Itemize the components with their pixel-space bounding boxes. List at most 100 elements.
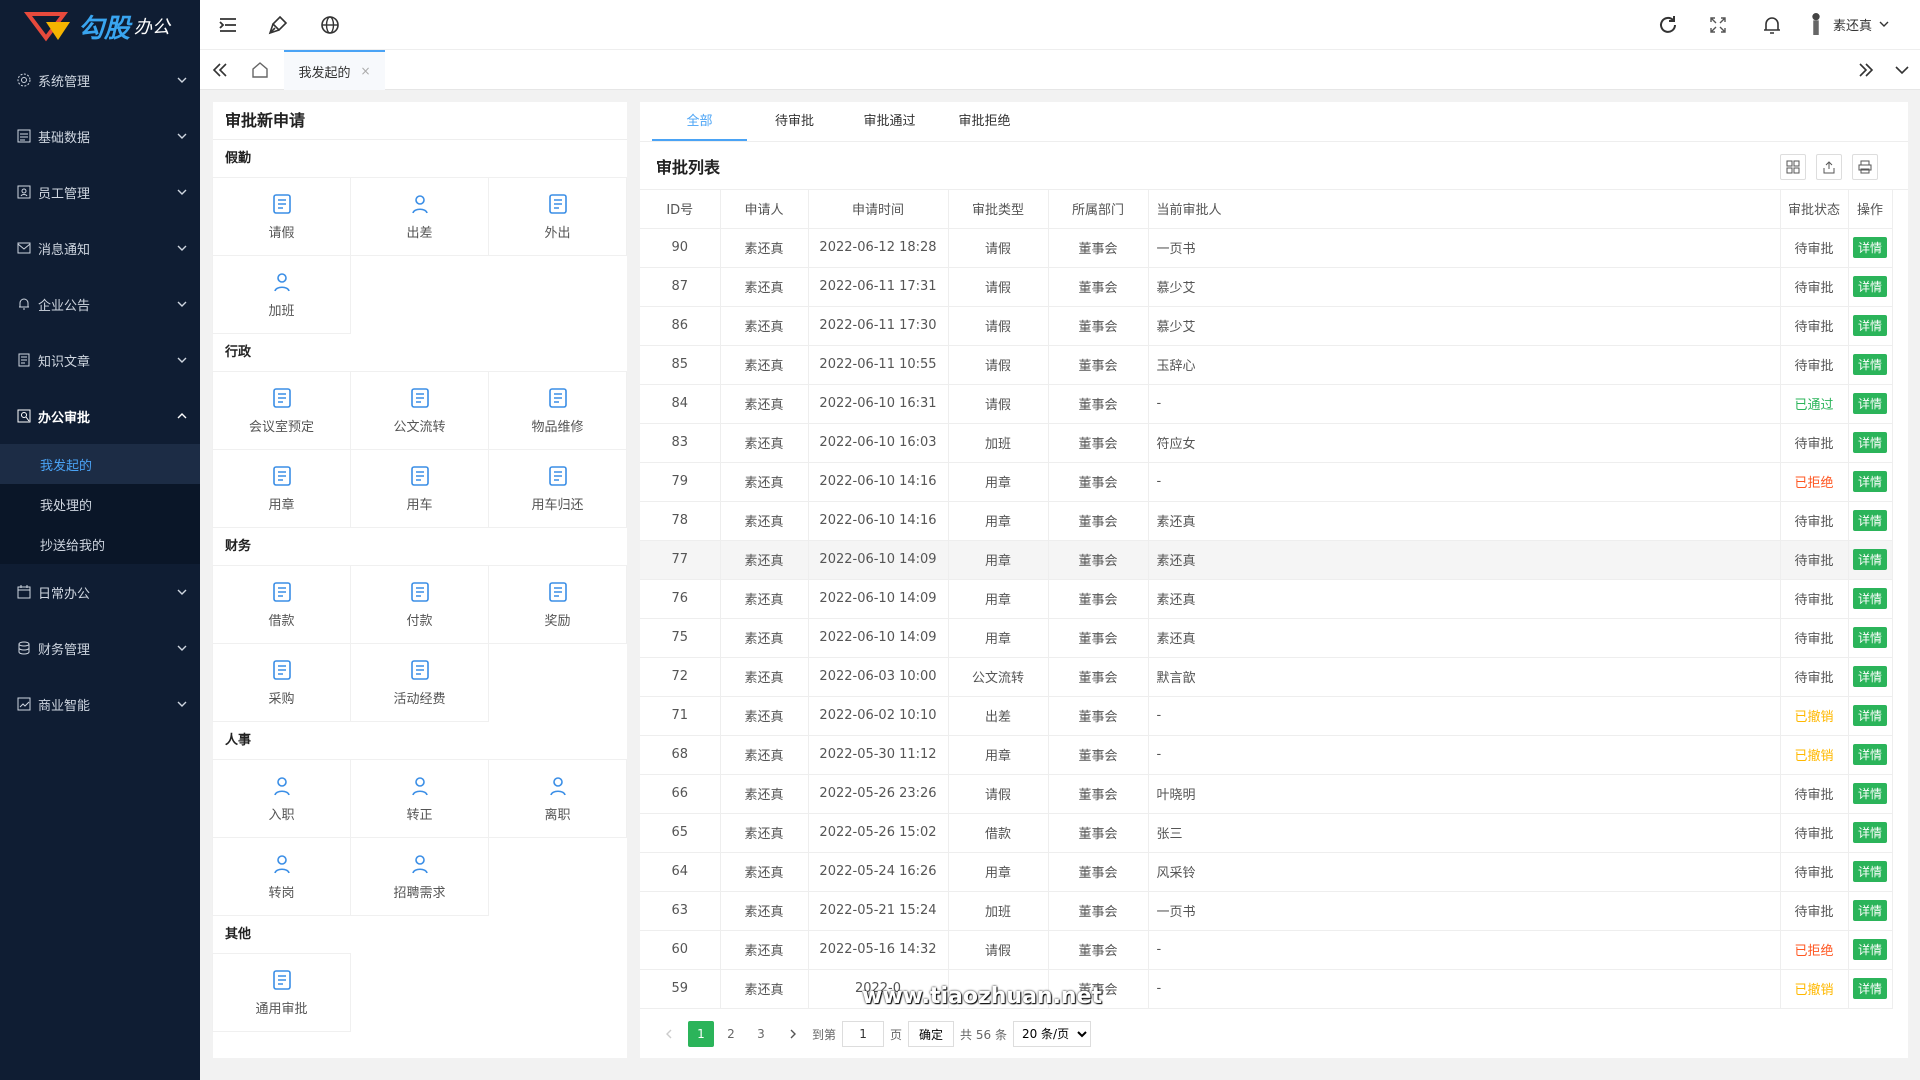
- detail-button[interactable]: 详情: [1852, 315, 1887, 336]
- apply-3-0-button[interactable]: 入职: [212, 759, 351, 838]
- detail-button[interactable]: 详情: [1852, 705, 1887, 726]
- apply-4-0-button[interactable]: 通用审批: [212, 953, 351, 1032]
- detail-button[interactable]: 详情: [1852, 393, 1887, 414]
- detail-button[interactable]: 详情: [1852, 783, 1887, 804]
- sidebar-item-3[interactable]: 消息通知: [0, 220, 200, 276]
- page-2-button[interactable]: 3: [748, 1021, 774, 1047]
- detail-button[interactable]: 详情: [1852, 627, 1887, 648]
- table-row[interactable]: 85 素还真 2022-06-11 10:55 请假 董事会 玉辞心 待审批 详情: [640, 345, 1893, 385]
- apply-1-5-button[interactable]: 用车归还: [488, 449, 627, 528]
- user-menu[interactable]: 素还真: [1805, 10, 1890, 38]
- sidebar-item-0[interactable]: 系统管理: [0, 52, 200, 108]
- page-0-button[interactable]: 1: [688, 1021, 714, 1047]
- tab-my-initiated[interactable]: 我发起的 ×: [284, 50, 385, 90]
- detail-button[interactable]: 详情: [1852, 588, 1887, 609]
- table-row[interactable]: 75 素还真 2022-06-10 14:09 用章 董事会 素还真 待审批 详情: [640, 618, 1893, 658]
- table-row[interactable]: 77 素还真 2022-06-10 14:09 用章 董事会 素还真 待审批 详情: [640, 540, 1893, 580]
- logo[interactable]: 勾股 办公: [0, 0, 200, 52]
- detail-button[interactable]: 详情: [1852, 432, 1887, 453]
- fullscreen-icon[interactable]: [1706, 13, 1730, 37]
- apply-0-3-button[interactable]: 加班: [212, 255, 351, 334]
- apply-1-1-button[interactable]: 公文流转: [350, 371, 489, 450]
- export-button[interactable]: [1816, 154, 1842, 180]
- table-row[interactable]: 76 素还真 2022-06-10 14:09 用章 董事会 素还真 待审批 详情: [640, 579, 1893, 619]
- home-icon[interactable]: [248, 58, 272, 82]
- prev-page-button[interactable]: [656, 1021, 682, 1047]
- apply-1-4-button[interactable]: 用车: [350, 449, 489, 528]
- status-tab-2[interactable]: 审批通过: [842, 102, 937, 141]
- table-row[interactable]: 84 素还真 2022-06-10 16:31 请假 董事会 - 已通过 详情: [640, 384, 1893, 424]
- sidebar-item-1[interactable]: 基础数据: [0, 108, 200, 164]
- per-page-select[interactable]: 20 条/页: [1012, 1021, 1091, 1047]
- table-row[interactable]: 60 素还真 2022-05-16 14:32 请假 董事会 - 已拒绝 详情: [640, 930, 1893, 970]
- apply-0-2-button[interactable]: 外出: [488, 177, 627, 256]
- globe-icon[interactable]: [318, 13, 342, 37]
- tabs-dropdown-icon[interactable]: [1890, 58, 1914, 82]
- sidebar-item-4[interactable]: 企业公告: [0, 276, 200, 332]
- close-icon[interactable]: ×: [360, 64, 370, 78]
- bell-icon[interactable]: [1760, 13, 1784, 37]
- sidebar-item-2[interactable]: 员工管理: [0, 164, 200, 220]
- apply-2-0-button[interactable]: 借款: [212, 565, 351, 644]
- apply-0-0-button[interactable]: 请假: [212, 177, 351, 256]
- brush-icon[interactable]: [266, 13, 290, 37]
- status-tab-1[interactable]: 待审批: [747, 102, 842, 141]
- columns-filter-button[interactable]: [1780, 154, 1806, 180]
- table-row[interactable]: 90 素还真 2022-06-12 18:28 请假 董事会 一页书 待审批 详情: [640, 228, 1893, 268]
- detail-button[interactable]: 详情: [1852, 237, 1887, 258]
- detail-button[interactable]: 详情: [1852, 978, 1887, 999]
- tabs-scroll-left-icon[interactable]: [208, 58, 232, 82]
- page-1-button[interactable]: 2: [718, 1021, 744, 1047]
- detail-button[interactable]: 详情: [1852, 354, 1887, 375]
- sidebar-item-9[interactable]: 商业智能: [0, 676, 200, 732]
- detail-button[interactable]: 详情: [1852, 744, 1887, 765]
- detail-button[interactable]: 详情: [1852, 900, 1887, 921]
- menu-toggle-icon[interactable]: [216, 13, 240, 37]
- next-page-button[interactable]: [780, 1021, 806, 1047]
- table-row[interactable]: 72 素还真 2022-06-03 10:00 公文流转 董事会 默言歆 待审批 详情: [640, 657, 1893, 697]
- apply-3-4-button[interactable]: 招聘需求: [350, 837, 489, 916]
- sidebar-item-5[interactable]: 知识文章: [0, 332, 200, 388]
- sidebar-subitem-0[interactable]: 我发起的: [0, 444, 200, 484]
- refresh-icon[interactable]: [1656, 13, 1680, 37]
- apply-3-3-button[interactable]: 转岗: [212, 837, 351, 916]
- detail-button[interactable]: 详情: [1852, 861, 1887, 882]
- apply-1-2-button[interactable]: 物品维修: [488, 371, 627, 450]
- sidebar-subitem-2[interactable]: 抄送给我的: [0, 524, 200, 564]
- detail-button[interactable]: 详情: [1852, 666, 1887, 687]
- detail-button[interactable]: 详情: [1852, 939, 1887, 960]
- table-row[interactable]: 86 素还真 2022-06-11 17:30 请假 董事会 慕少艾 待审批 详情: [640, 306, 1893, 346]
- table-row[interactable]: 66 素还真 2022-05-26 23:26 请假 董事会 叶晓明 待审批 详情: [640, 774, 1893, 814]
- detail-button[interactable]: 详情: [1852, 510, 1887, 531]
- apply-2-3-button[interactable]: 采购: [212, 643, 351, 722]
- sidebar-item-8[interactable]: 财务管理: [0, 620, 200, 676]
- table-row[interactable]: 87 素还真 2022-06-11 17:31 请假 董事会 慕少艾 待审批 详情: [640, 267, 1893, 307]
- table-row[interactable]: 63 素还真 2022-05-21 15:24 加班 董事会 一页书 待审批 详情: [640, 891, 1893, 931]
- sidebar-subitem-1[interactable]: 我处理的: [0, 484, 200, 524]
- apply-3-2-button[interactable]: 离职: [488, 759, 627, 838]
- apply-1-0-button[interactable]: 会议室预定: [212, 371, 351, 450]
- detail-button[interactable]: 详情: [1852, 276, 1887, 297]
- status-tab-3[interactable]: 审批拒绝: [937, 102, 1032, 141]
- sidebar-item-6[interactable]: 办公审批: [0, 388, 200, 444]
- table-row[interactable]: 65 素还真 2022-05-26 15:02 借款 董事会 张三 待审批 详情: [640, 813, 1893, 853]
- table-row[interactable]: 59 素还真 2022-0 董事会 - 已撤销 详情: [640, 969, 1893, 1009]
- tabs-scroll-right-icon[interactable]: [1854, 58, 1878, 82]
- table-row[interactable]: 78 素还真 2022-06-10 14:16 用章 董事会 素还真 待审批 详情: [640, 501, 1893, 541]
- table-row[interactable]: 64 素还真 2022-05-24 16:26 用章 董事会 风采铃 待审批 详情: [640, 852, 1893, 892]
- apply-2-1-button[interactable]: 付款: [350, 565, 489, 644]
- table-row[interactable]: 79 素还真 2022-06-10 14:16 用章 董事会 - 已拒绝 详情: [640, 462, 1893, 502]
- detail-button[interactable]: 详情: [1852, 471, 1887, 492]
- apply-2-4-button[interactable]: 活动经费: [350, 643, 489, 722]
- goto-page-input[interactable]: [842, 1021, 885, 1047]
- table-row[interactable]: 83 素还真 2022-06-10 16:03 加班 董事会 符应女 待审批 详情: [640, 423, 1893, 463]
- print-button[interactable]: [1852, 154, 1878, 180]
- detail-button[interactable]: 详情: [1852, 549, 1887, 570]
- apply-1-3-button[interactable]: 用章: [212, 449, 351, 528]
- apply-2-2-button[interactable]: 奖励: [488, 565, 627, 644]
- table-row[interactable]: 71 素还真 2022-06-02 10:10 出差 董事会 - 已撤销 详情: [640, 696, 1893, 736]
- detail-button[interactable]: 详情: [1852, 822, 1887, 843]
- table-row[interactable]: 68 素还真 2022-05-30 11:12 用章 董事会 - 已撤销 详情: [640, 735, 1893, 775]
- apply-3-1-button[interactable]: 转正: [350, 759, 489, 838]
- sidebar-item-7[interactable]: 日常办公: [0, 564, 200, 620]
